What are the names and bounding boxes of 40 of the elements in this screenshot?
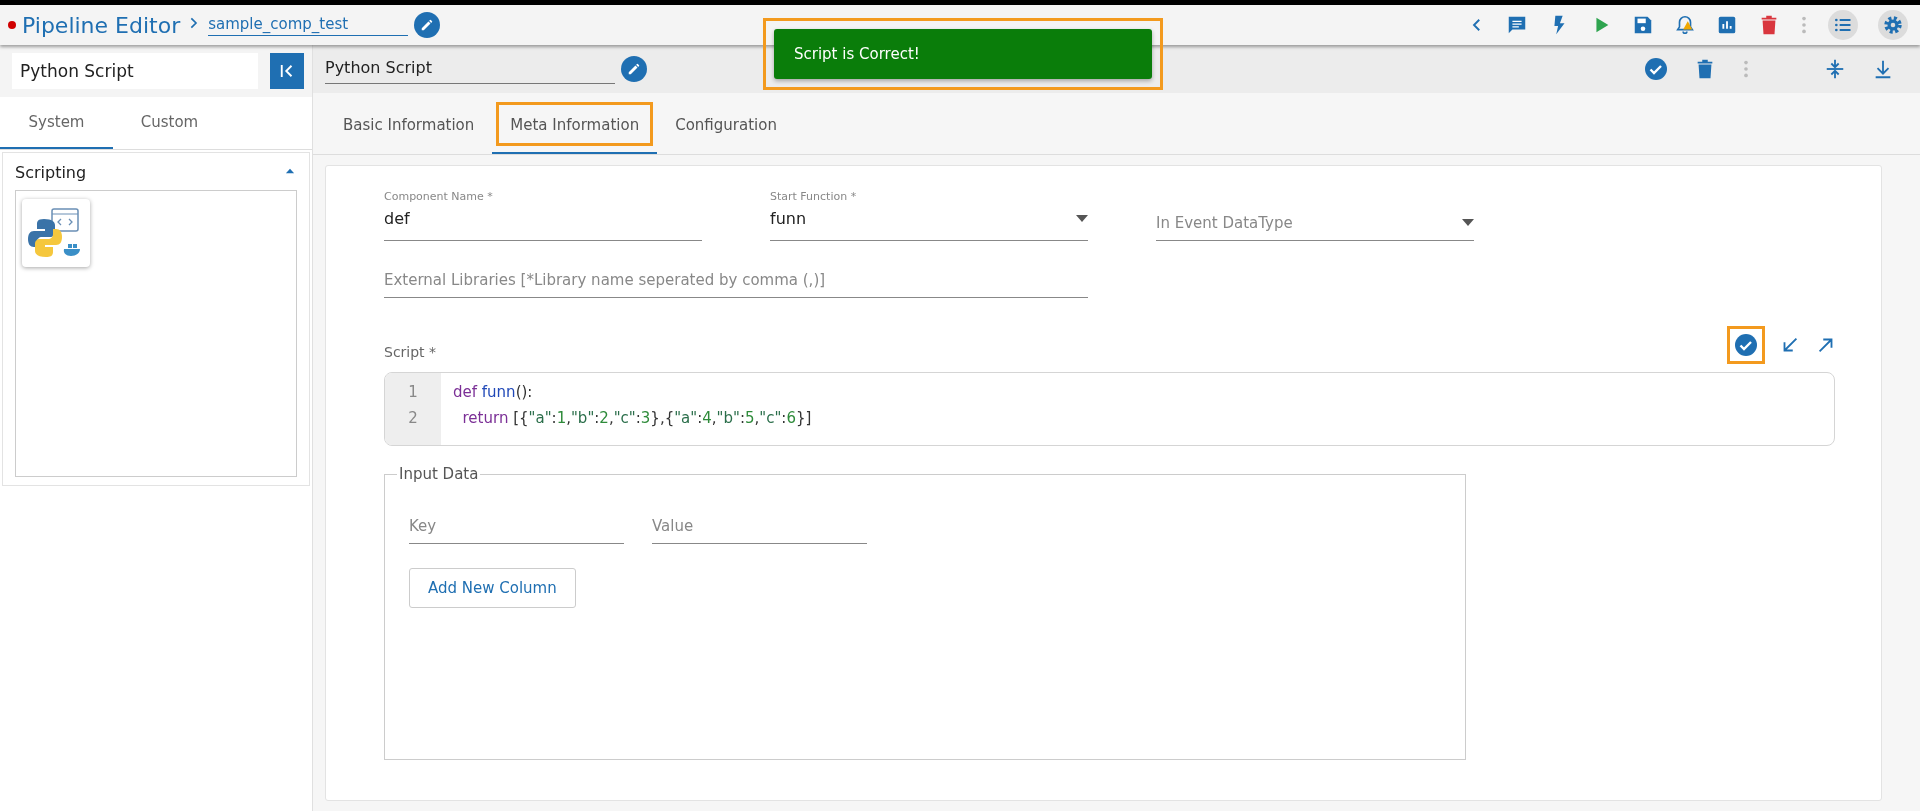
start-function-dropdown[interactable]: Start Function * funn xyxy=(770,190,1088,241)
collapse-sidebar-button[interactable] xyxy=(270,53,304,89)
add-column-button[interactable]: Add New Column xyxy=(409,568,576,608)
sidebar-tab[interactable]: System xyxy=(0,97,113,149)
compress-icon[interactable] xyxy=(1824,58,1846,80)
tab[interactable]: Basic Information xyxy=(325,100,493,154)
validate-icon[interactable] xyxy=(1644,57,1668,81)
tab[interactable]: Meta Information xyxy=(492,100,658,154)
section-title: Scripting xyxy=(15,163,87,182)
tab[interactable]: Configuration xyxy=(657,100,795,154)
panel-legend: Input Data xyxy=(397,465,481,483)
value-field[interactable]: Value xyxy=(652,509,867,544)
sidebar-tab[interactable]: Custom xyxy=(113,97,226,149)
status-dot xyxy=(8,21,16,29)
line-number: 2 xyxy=(408,408,418,429)
edit-icon[interactable] xyxy=(621,56,647,82)
code-editor[interactable]: 1 2 def funn(): return [{"a":1,"b":2,"c":3},{"a":4,"b":5,"c":6}] xyxy=(384,372,1835,446)
code-line: return [{"a":1,"b":2,"c":3},{"a":4,"b":5,"c":6}] xyxy=(461,408,812,429)
bell-warning-icon[interactable] xyxy=(1674,14,1696,36)
script-label: Script * xyxy=(384,344,437,362)
dropdown-caret-icon xyxy=(1076,214,1088,223)
code-line: def funn(): xyxy=(453,382,534,403)
component-name-input[interactable]: Component Name * def xyxy=(384,190,702,241)
edit-icon[interactable] xyxy=(414,12,441,38)
external-libraries-field[interactable]: External Libraries [*Library name seperated by comma (,)] xyxy=(384,241,1088,298)
validate-icon[interactable] xyxy=(1734,333,1758,357)
bar-chart-icon[interactable] xyxy=(1716,14,1738,36)
page-title: Pipeline Editor xyxy=(22,12,181,38)
settings-icon[interactable] xyxy=(1878,10,1908,40)
pipeline-name[interactable]: sample_comp_test xyxy=(208,14,409,36)
search-field[interactable]: Python Script xyxy=(12,53,258,89)
python-script-component[interactable] xyxy=(22,199,90,267)
line-number: 1 xyxy=(408,382,418,403)
list-icon[interactable] xyxy=(1828,10,1858,40)
dropdown-caret-icon xyxy=(1462,219,1474,227)
success-toast: Script is Correct! xyxy=(774,29,1152,79)
component-name-field[interactable]: Python Script xyxy=(325,54,615,84)
key-field[interactable]: Key xyxy=(409,509,624,544)
save-icon[interactable] xyxy=(1632,14,1654,36)
event-datatype-dropdown[interactable]: In Event DataType xyxy=(1156,190,1474,241)
